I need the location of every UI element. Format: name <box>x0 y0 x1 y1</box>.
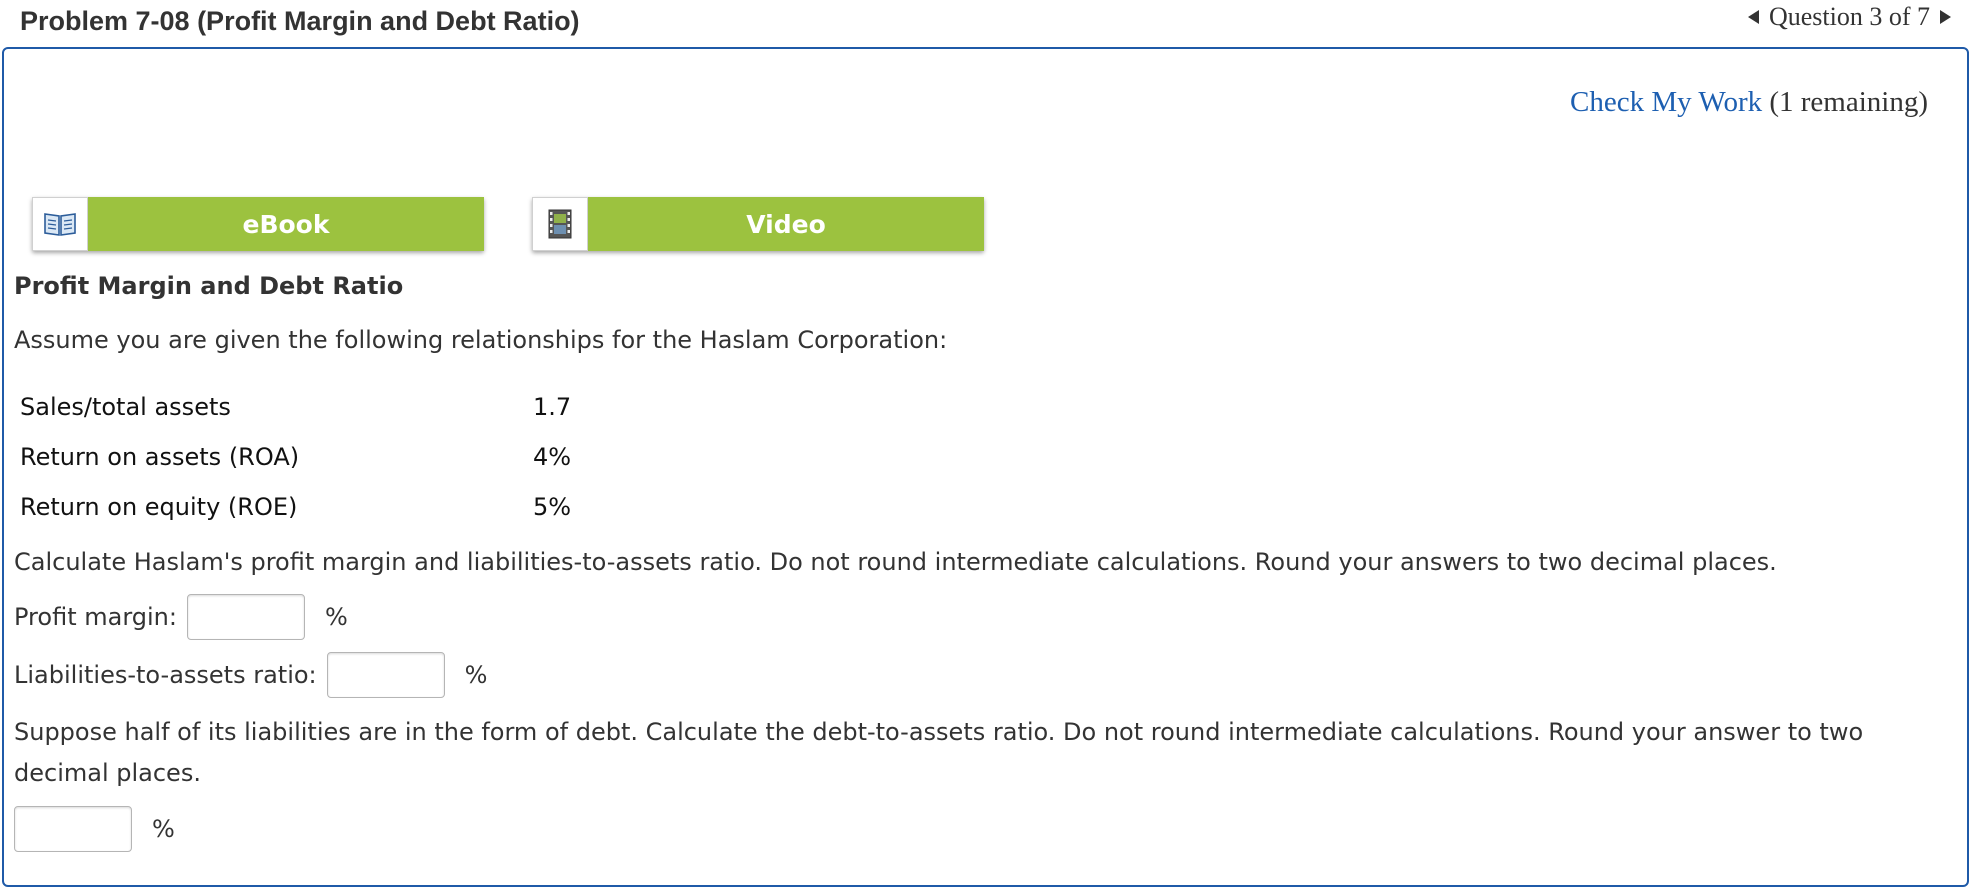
row-label: Return on assets (ROA) <box>20 443 300 471</box>
profit-margin-input[interactable] <box>186 594 305 640</box>
liabilities-input[interactable] <box>326 652 445 698</box>
ebook-button[interactable]: eBook <box>32 197 484 251</box>
profit-margin-label: Profit margin: <box>14 603 177 631</box>
debt-ratio-row: % <box>14 806 175 852</box>
question-navigator: Question 3 of 7 <box>1747 2 1951 32</box>
next-question-icon[interactable] <box>1940 10 1951 24</box>
instruction-text-2: Suppose half of its liabilities are in t… <box>14 718 1864 746</box>
profit-margin-row: Profit margin: % <box>14 594 348 640</box>
row-value: 4% <box>533 443 572 471</box>
instruction-text-2-cont: decimal places. <box>14 759 201 787</box>
remaining-count: (1 remaining) <box>1769 86 1928 118</box>
instruction-text: Calculate Haslam's profit margin and lia… <box>14 548 1777 576</box>
row-value: 1.7 <box>533 393 572 421</box>
previous-question-icon[interactable] <box>1747 10 1759 24</box>
page-title: Problem 7-08 (Profit Margin and Debt Rat… <box>20 6 580 36</box>
table-row: Return on equity (ROE) 5% <box>20 482 571 532</box>
percent-sign: % <box>152 815 175 843</box>
film-icon <box>532 197 588 251</box>
check-my-work-link[interactable]: Check My Work <box>1570 86 1762 118</box>
intro-text: Assume you are given the following relat… <box>14 326 948 354</box>
row-label: Sales/total assets <box>20 393 231 421</box>
row-value: 5% <box>533 493 572 521</box>
row-label: Return on equity (ROE) <box>20 493 298 521</box>
liabilities-row: Liabilities-to-assets ratio: % <box>14 652 487 698</box>
question-counter: Question 3 of 7 <box>1768 2 1930 31</box>
video-label: Video <box>588 197 984 251</box>
ebook-label: eBook <box>88 197 484 251</box>
table-row: Sales/total assets 1.7 <box>20 382 571 432</box>
liabilities-label: Liabilities-to-assets ratio: <box>14 661 317 689</box>
debt-to-assets-input[interactable] <box>14 806 132 852</box>
percent-sign: % <box>464 661 488 689</box>
check-my-work: Check My Work (1 remaining) <box>1570 86 1928 119</box>
table-row: Return on assets (ROA) 4% <box>20 432 571 482</box>
section-title: Profit Margin and Debt Ratio <box>14 272 404 300</box>
ratio-table: Sales/total assets 1.7 Return on assets … <box>20 382 571 532</box>
video-button[interactable]: Video <box>532 197 984 251</box>
book-icon <box>32 197 88 251</box>
header-bar: Problem 7-08 (Profit Margin and Debt Rat… <box>0 0 1973 48</box>
percent-sign: % <box>324 603 348 631</box>
